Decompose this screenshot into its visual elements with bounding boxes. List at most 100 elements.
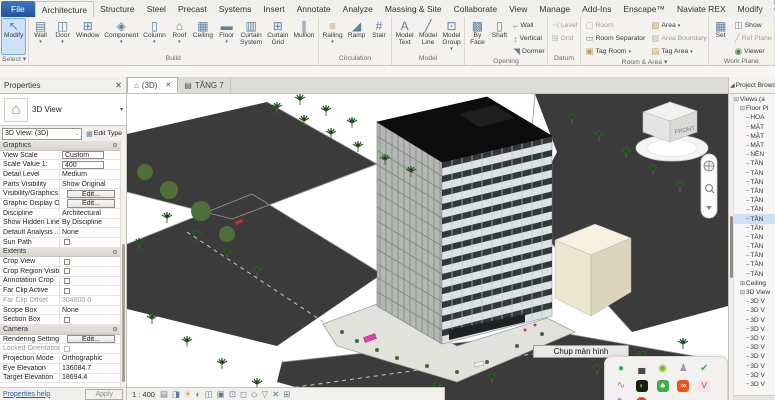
ribbon-group-label[interactable]: Room & Area ▾: [581, 58, 707, 65]
tool-door[interactable]: ◫Door▾: [52, 18, 74, 55]
tray-icon-laptop[interactable]: ▄: [635, 362, 649, 375]
tool-show[interactable]: ◫Show: [732, 19, 775, 32]
view-control-icon-9[interactable]: ▽: [262, 390, 269, 399]
ribbon-tab-structure[interactable]: Structure: [94, 1, 141, 17]
tool-set[interactable]: ▦Set: [710, 18, 732, 58]
tray-icon-pen[interactable]: ✎: [614, 396, 628, 400]
tree-item[interactable]: –TẦN: [734, 224, 775, 233]
tree-item[interactable]: –3D V: [734, 343, 775, 352]
property-value[interactable]: By Discipline: [59, 219, 120, 228]
view-tab-t-ng-7[interactable]: ▤TẦNG 7: [178, 77, 230, 93]
checkbox[interactable]: [64, 268, 70, 274]
tray-icon-wave[interactable]: ∿: [614, 379, 628, 392]
tool-stair[interactable]: #Stair: [368, 18, 390, 55]
ribbon-tab-precast[interactable]: Precast: [172, 1, 213, 17]
tree-item[interactable]: –3D V: [734, 325, 775, 334]
tree-item[interactable]: –TẦN: [734, 196, 775, 205]
ribbon-group-label[interactable]: Select ▾: [0, 55, 28, 65]
view-control-icon-3[interactable]: ◐: [196, 390, 201, 399]
panel-pin-icon[interactable]: ◢: [730, 82, 735, 89]
property-value[interactable]: [59, 315, 120, 324]
tool-window[interactable]: ⊞Window: [74, 18, 102, 55]
tower-building[interactable]: [377, 97, 552, 344]
properties-scrollbar[interactable]: [120, 141, 126, 387]
tray-icon-red-v[interactable]: V: [697, 379, 711, 392]
property-value[interactable]: Show Original: [59, 180, 120, 189]
property-value[interactable]: 400: [59, 160, 120, 169]
tree-item[interactable]: –TẦN: [734, 233, 775, 242]
view-control-icon-0[interactable]: ▤: [160, 390, 168, 399]
tree-item[interactable]: –TẦN: [734, 242, 775, 251]
tree-item[interactable]: –TẦN: [734, 270, 775, 279]
ribbon-tab-massing-site[interactable]: Massing & Site: [379, 1, 448, 17]
tray-icon-chrome[interactable]: [635, 396, 649, 400]
tree-item[interactable]: ⊟Views (a: [734, 95, 775, 104]
tree-item[interactable]: –TẦN: [734, 187, 775, 196]
ribbon-tab-annotate[interactable]: Annotate: [291, 1, 337, 17]
ribbon-group-label[interactable]: Circulation: [319, 55, 391, 65]
property-value[interactable]: [59, 286, 120, 295]
ribbon-tab-naviate-rex[interactable]: Naviate REX: [671, 1, 732, 17]
property-value[interactable]: 18694.4: [59, 374, 120, 383]
tree-item[interactable]: –MẶT: [734, 141, 775, 150]
tool-viewer[interactable]: ◉Viewer: [732, 45, 775, 58]
view-scale[interactable]: 1 : 400: [132, 390, 155, 399]
tool-model-text[interactable]: AModel Text: [393, 18, 416, 55]
tree-item[interactable]: –3D V: [734, 352, 775, 361]
view-control-icon-1[interactable]: ◨: [172, 390, 180, 399]
tree-toggle-icon[interactable]: ⊟: [740, 289, 745, 296]
property-value[interactable]: 304800.0: [59, 296, 120, 305]
property-value[interactable]: Medium: [59, 170, 120, 179]
edit-button[interactable]: Edit...: [67, 199, 115, 208]
tray-icon-green-app[interactable]: ♣: [656, 379, 670, 392]
ribbon-tab-add-ins[interactable]: Add-Ins: [576, 1, 617, 17]
tree-item[interactable]: –TẦN: [734, 260, 775, 269]
tool-model-group[interactable]: ⊡Model Group▾: [440, 18, 464, 55]
tree-item[interactable]: –3D V: [734, 380, 775, 389]
tree-item[interactable]: –3D V: [734, 334, 775, 343]
view-control-icon-10[interactable]: ✕: [272, 390, 279, 399]
property-value[interactable]: Custom: [59, 151, 120, 160]
property-value[interactable]: Orthographic: [59, 354, 120, 363]
property-value[interactable]: Edit...: [59, 189, 120, 198]
ribbon-group-label[interactable]: Build: [29, 55, 318, 65]
view-control-icon-4[interactable]: ◫: [205, 390, 213, 399]
tool-modify[interactable]: ↖Modify: [1, 18, 26, 55]
ribbon-group-label[interactable]: Opening: [465, 58, 546, 65]
property-value[interactable]: 136084.7: [59, 364, 120, 373]
view-control-icon-5[interactable]: ▣: [217, 390, 225, 399]
section-header-camera[interactable]: Camera: [0, 325, 120, 335]
property-value[interactable]: [59, 267, 120, 276]
tool-mullion[interactable]: ∥Mullion: [291, 18, 317, 55]
ribbon-group-label[interactable]: Work Plane: [709, 58, 774, 65]
view-control-icon-11[interactable]: ⊞: [283, 390, 290, 399]
tree-item[interactable]: –HOA: [734, 113, 775, 122]
tool-shaft[interactable]: ▯Shaft: [488, 18, 510, 58]
model-canvas[interactable]: FRONT: [127, 94, 728, 400]
tree-toggle-icon[interactable]: ⊞: [740, 280, 745, 287]
tree-toggle-icon[interactable]: ⊟: [740, 105, 745, 112]
checkbox[interactable]: [64, 288, 70, 294]
tool-level[interactable]: ⊣Level: [549, 19, 581, 32]
tool-by-face[interactable]: ▩By Face: [466, 18, 488, 58]
tool-area-boundary[interactable]: ▨Area Boundary: [648, 32, 709, 45]
ribbon-tab-view[interactable]: View: [503, 1, 533, 17]
tree-item[interactable]: –TẦN: [734, 159, 775, 168]
tool-grid[interactable]: ⊞Grid: [549, 32, 581, 45]
tool-ceiling[interactable]: ▦Ceiling: [190, 18, 215, 55]
tree-item[interactable]: –TẦN: [734, 178, 775, 187]
tool-vertical[interactable]: ↕Vertical: [510, 32, 547, 45]
tree-item[interactable]: –TẦN: [734, 251, 775, 260]
view-control-icon-2[interactable]: ☀: [184, 390, 192, 399]
tree-item[interactable]: –3D V: [734, 361, 775, 370]
tool-curtain-grid[interactable]: ⊞Curtain Grid: [265, 18, 291, 55]
tree-item[interactable]: ⊞Ceiling: [734, 279, 775, 288]
ribbon-tab-analyze[interactable]: Analyze: [337, 1, 379, 17]
property-value[interactable]: None: [59, 228, 120, 237]
type-selector[interactable]: ⌂ 3D View ▾: [0, 94, 126, 126]
properties-help-link[interactable]: Properties help: [3, 391, 50, 398]
drawing-area[interactable]: FRONT Chụp màn hình ●▄◉♟✔∿◐♣∞V✎ 1 : 400: [127, 94, 728, 400]
tree-item[interactable]: ⊟3D View: [734, 288, 775, 297]
tool-dormer[interactable]: ◥Dormer: [510, 45, 547, 58]
property-value[interactable]: None: [59, 306, 120, 315]
